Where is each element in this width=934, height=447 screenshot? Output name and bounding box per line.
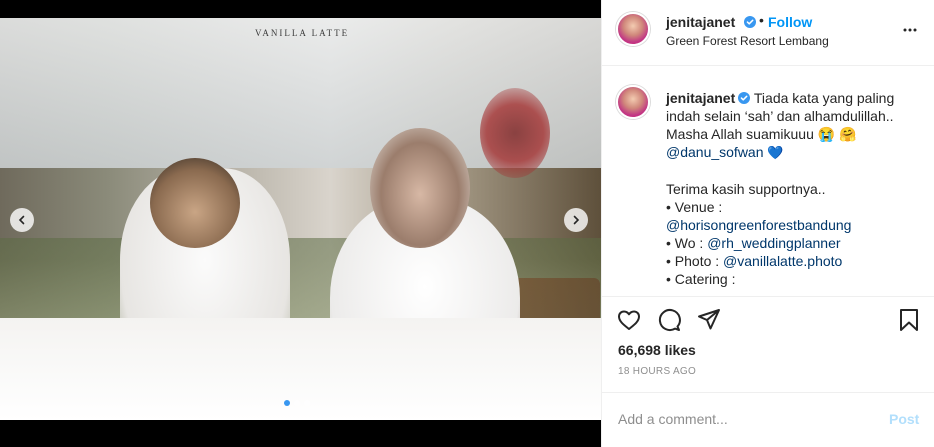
caption-venue-label: • Venue : (666, 199, 723, 215)
caption-wo-line: • Wo : @rh_weddingplanner (666, 234, 924, 252)
caption-text: jenitajanet Tiada kata yang paling indah… (666, 89, 924, 288)
carousel-indicator (284, 400, 310, 406)
carousel-dot (304, 400, 310, 406)
venue-mention-link[interactable]: @horisongreenforestbandung (666, 216, 924, 234)
carousel-dot (294, 400, 300, 406)
photo-label: • Photo : (666, 253, 720, 269)
caption-line-3: Masha Allah suamikuuu 😭 🤗 (666, 126, 857, 142)
heart-icon (618, 310, 640, 330)
post-header: jenitajanet • Follow Green Forest Resort… (602, 0, 934, 66)
photo-bride-head (370, 128, 470, 248)
caption-line-2: indah selain ‘sah’ dan alhamdulillah.. (666, 108, 894, 124)
photo-mention-link[interactable]: @vanillalatte.photo (723, 253, 842, 269)
header-separator: • (759, 12, 764, 28)
wo-mention-link[interactable]: @rh_weddingplanner (707, 235, 840, 251)
verified-badge-wrap (741, 14, 756, 32)
caption-line-5: Terima kasih supportnya.. (666, 181, 826, 197)
action-bar (602, 296, 934, 342)
chevron-left-icon (18, 215, 25, 225)
chevron-right-icon (573, 215, 580, 225)
background-strip (0, 420, 601, 447)
save-button[interactable] (896, 307, 922, 333)
post-location[interactable]: Green Forest Resort Lembang (666, 34, 829, 48)
caption-catering-label: • Catering : (666, 271, 736, 287)
mention-link[interactable]: @danu_sofwan (666, 144, 764, 160)
comment-icon (658, 309, 681, 331)
carousel-next-button[interactable] (564, 208, 588, 232)
caption-line-1: Tiada kata yang paling (753, 90, 895, 106)
post-comment-button[interactable]: Post (889, 411, 919, 427)
instagram-post: VANILLA LATTE jenitajanet • Follow Green… (0, 0, 934, 447)
more-options-icon[interactable] (902, 22, 918, 38)
caption-first-line: jenitajanet Tiada kata yang paling (666, 89, 924, 107)
comment-button[interactable] (656, 307, 682, 333)
post-side-panel: jenitajanet • Follow Green Forest Resort… (601, 0, 934, 447)
caption-gap (666, 162, 924, 180)
author-username[interactable]: jenitajanet (666, 14, 735, 30)
caption-username[interactable]: jenitajanet (666, 90, 735, 106)
likes-count[interactable]: 66,698 likes (618, 342, 696, 358)
share-button[interactable] (696, 307, 722, 333)
blue-heart-emoji: 💙 (767, 145, 784, 160)
photo-watermark: VANILLA LATTE (255, 28, 350, 38)
photo-groom-head (150, 158, 240, 248)
follow-button[interactable]: Follow (768, 14, 812, 30)
caption-area: jenitajanet Tiada kata yang paling indah… (602, 67, 934, 295)
share-icon (698, 309, 720, 330)
verified-badge-icon (738, 92, 751, 104)
caption-author-avatar[interactable] (616, 85, 650, 119)
comment-input[interactable] (618, 409, 878, 429)
caption-photo-line: • Photo : @vanillalatte.photo (666, 252, 924, 270)
post-timestamp[interactable]: 18 HOURS AGO (618, 366, 696, 377)
carousel-prev-button[interactable] (10, 208, 34, 232)
photo-flowers (480, 88, 550, 178)
author-avatar[interactable] (616, 12, 650, 46)
caption-mention-line: @danu_sofwan 💙 (666, 143, 924, 162)
bookmark-icon (900, 309, 918, 331)
comment-box: Post (602, 392, 934, 447)
verified-badge-icon (744, 16, 756, 28)
post-photo[interactable]: VANILLA LATTE (0, 18, 601, 420)
wo-label: • Wo : (666, 235, 704, 251)
carousel-dot-active (284, 400, 290, 406)
like-button[interactable] (616, 307, 642, 333)
